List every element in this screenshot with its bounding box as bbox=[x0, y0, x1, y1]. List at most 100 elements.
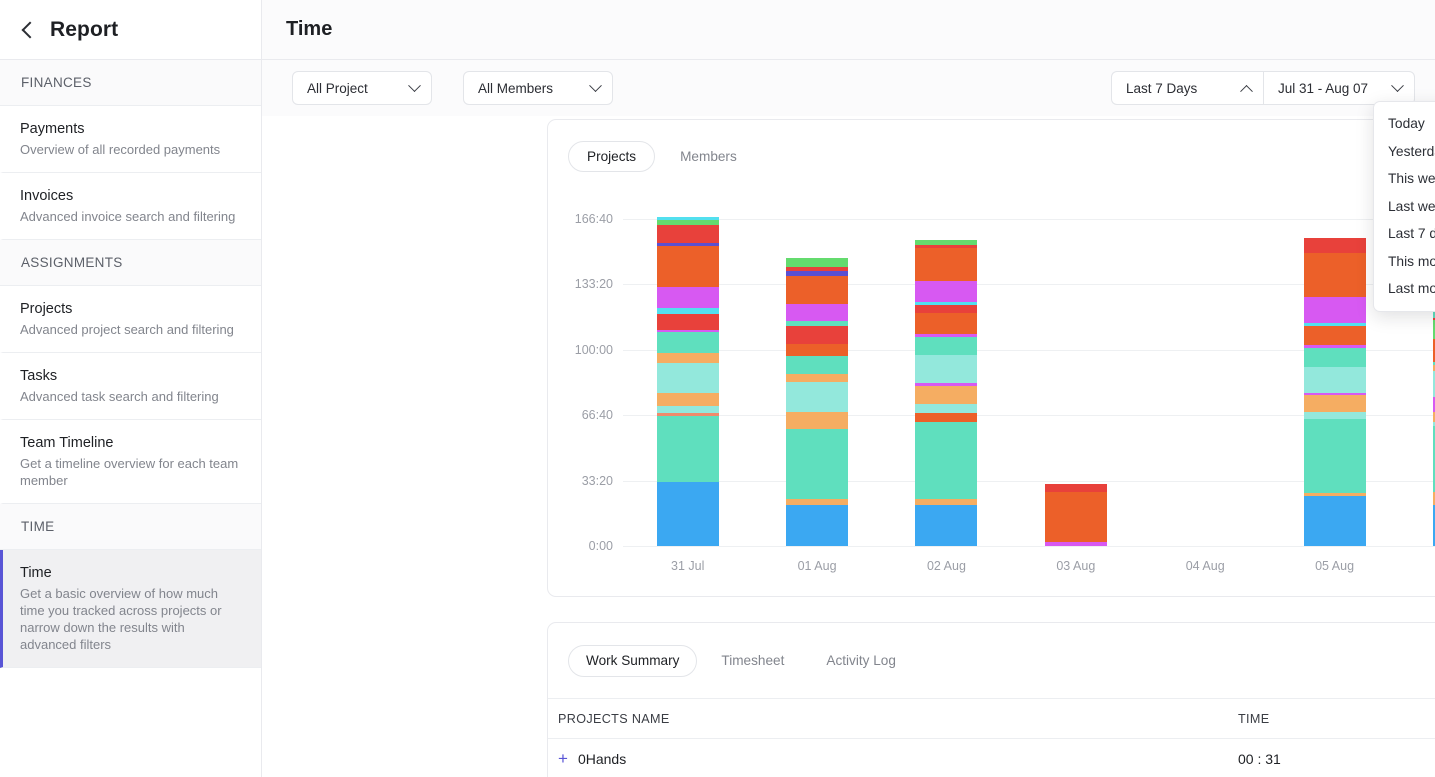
date-range-option[interactable]: Last 30 days bbox=[1374, 303, 1435, 311]
chart-tabs: Projects Members bbox=[548, 120, 1435, 172]
page-title: Time bbox=[286, 18, 333, 40]
chart-bar-segment bbox=[915, 247, 978, 281]
column-header-time: TIME bbox=[1238, 711, 1270, 726]
time-chart-card: Projects Members 0:00 33:20 66:40 100:00 133:… bbox=[547, 119, 1435, 597]
chart-bar[interactable] bbox=[786, 257, 849, 546]
chart-tab-members[interactable]: Members bbox=[661, 141, 756, 172]
date-span-value: Jul 31 - Aug 07 bbox=[1278, 80, 1369, 96]
chart-bar-segment bbox=[656, 286, 719, 309]
chevron-up-icon bbox=[1240, 84, 1253, 98]
chart-bar-segment bbox=[786, 505, 849, 546]
chart-bar-segment bbox=[915, 505, 978, 546]
chevron-left-icon[interactable] bbox=[21, 21, 39, 38]
chart-bar-segment bbox=[1303, 237, 1366, 253]
chart-tab-projects[interactable]: Projects bbox=[568, 141, 656, 172]
date-range-option[interactable]: Last 7 days bbox=[1374, 220, 1435, 248]
chart-bar-segment bbox=[786, 374, 849, 383]
x-axis-tick-label: 03 Aug bbox=[1056, 559, 1096, 573]
chart-bar-segment bbox=[656, 362, 719, 394]
chart-bar-segment bbox=[1044, 492, 1107, 543]
chart-bar[interactable] bbox=[915, 240, 978, 546]
sidebar-item-team-timeline[interactable]: Team Timeline Get a timeline overview for… bbox=[0, 420, 261, 504]
plus-icon[interactable]: + bbox=[558, 749, 568, 768]
filter-bar: All Project All Members Last 7 Days Jul … bbox=[262, 60, 1435, 116]
y-axis-tick-label: 66:40 bbox=[581, 408, 613, 423]
chart-bar[interactable] bbox=[656, 217, 719, 546]
chevron-down-icon bbox=[1391, 78, 1404, 92]
cell-time: 00 : 31 bbox=[1238, 750, 1281, 767]
sidebar: Report FINANCES Payments Overview of all r… bbox=[0, 0, 262, 777]
x-axis-tick-label: 05 Aug bbox=[1315, 559, 1355, 573]
project-name-text: 0Hands bbox=[577, 751, 627, 767]
table-tab-timesheet[interactable]: Timesheet bbox=[703, 645, 802, 677]
chart-bar-segment bbox=[786, 428, 849, 499]
chart-bar-segment bbox=[1303, 496, 1366, 546]
y-axis-tick-label: 100:00 bbox=[574, 342, 613, 357]
date-span-select[interactable]: Jul 31 - Aug 07 bbox=[1263, 71, 1415, 105]
table-tab-activity-log[interactable]: Activity Log bbox=[808, 645, 914, 677]
sidebar-item-description: Advanced project search and filtering bbox=[20, 322, 234, 337]
chart-bar-segment bbox=[786, 382, 849, 412]
sidebar-item-projects[interactable]: Projects Advanced project search and filt… bbox=[0, 286, 261, 353]
chart-plot-area: 0:00 33:20 66:40 100:00 133:20 166:40 31 Jul 01… bbox=[548, 198, 1435, 598]
chart-bar-segment bbox=[656, 245, 719, 287]
date-range-option[interactable]: This week bbox=[1374, 165, 1435, 193]
project-filter-select[interactable]: All Project bbox=[292, 71, 432, 105]
chart-bar[interactable] bbox=[1044, 484, 1107, 546]
x-axis-tick-label: 02 Aug bbox=[926, 559, 966, 573]
chart-gridline bbox=[623, 546, 1435, 547]
sidebar-item-label: Projects bbox=[20, 301, 73, 317]
chart-bar-segment bbox=[1303, 395, 1366, 412]
members-filter-value: All Members bbox=[478, 80, 554, 96]
sidebar-item-time[interactable]: Time Get a basic overview of how much tim… bbox=[0, 550, 261, 668]
date-range-option[interactable]: Last week bbox=[1374, 193, 1435, 221]
sidebar-item-description: Get a timeline overview for each team me… bbox=[20, 456, 239, 488]
chart-bar-segment bbox=[656, 482, 719, 546]
table-toolbar: Work SummaryTimesheetActivity Log Export… bbox=[548, 623, 1435, 699]
x-axis-tick-label: 06 Aug bbox=[1409, 559, 1435, 573]
y-axis-tick-label: 0:00 bbox=[588, 539, 613, 553]
chart-bar-segment bbox=[915, 386, 978, 405]
date-range-option[interactable]: Today bbox=[1374, 110, 1435, 138]
y-axis-tick-label: 166:40 bbox=[574, 212, 613, 226]
sidebar-item-description: Advanced invoice search and filtering bbox=[20, 209, 236, 224]
sidebar-item-description: Overview of all recorded payments bbox=[20, 142, 221, 157]
chart-bar-segment bbox=[786, 303, 849, 321]
y-axis-tick-label: 133:20 bbox=[574, 277, 613, 292]
date-range-dropdown-menu[interactable]: TodayYesterdayThis weekLast weekLast 7 d… bbox=[1373, 101, 1435, 312]
sidebar-title: Report bbox=[50, 17, 119, 41]
sidebar-item-invoices[interactable]: Invoices Advanced invoice search and filt… bbox=[0, 173, 261, 240]
column-header-projects-name: PROJECTS NAME bbox=[558, 711, 670, 726]
chart-bar-segment bbox=[786, 356, 849, 375]
chart-bar-segment bbox=[915, 422, 978, 499]
table-header-row: PROJECTS NAME TIME AMOUNT bbox=[548, 699, 1435, 739]
chart-bar-segment bbox=[915, 355, 978, 384]
date-range-option[interactable]: This month bbox=[1374, 248, 1435, 276]
project-filter-value: All Project bbox=[307, 80, 368, 96]
chart-bar[interactable] bbox=[1303, 237, 1366, 546]
chart-bar-segment bbox=[1303, 252, 1366, 298]
date-range-select[interactable]: Last 7 Days bbox=[1111, 71, 1263, 105]
sidebar-item-payments[interactable]: Payments Overview of all recorded payment… bbox=[0, 106, 261, 173]
chart-bar-segment bbox=[786, 257, 849, 267]
chart-bar-segment bbox=[656, 224, 719, 243]
table-body: +0Hands00 : 310 bbox=[548, 739, 1435, 777]
sidebar-item-description: Get a basic overview of how much time yo… bbox=[20, 586, 222, 652]
chart-bar-segment bbox=[915, 337, 978, 356]
members-filter-select[interactable]: All Members bbox=[463, 71, 613, 105]
sidebar-item-label: Time bbox=[20, 565, 52, 581]
chart-bar-segment bbox=[656, 393, 719, 406]
chart-bar-segment bbox=[786, 325, 849, 344]
work-summary-card: Work SummaryTimesheetActivity Log Export… bbox=[547, 622, 1435, 777]
chart-bar-segment bbox=[656, 332, 719, 353]
sidebar-item-description: Advanced task search and filtering bbox=[20, 389, 219, 404]
date-range-option[interactable]: Yesterday bbox=[1374, 138, 1435, 166]
chart-bar-segment bbox=[656, 405, 719, 413]
sidebar-section-label: FINANCES bbox=[0, 60, 261, 106]
chart-bar-segment bbox=[1303, 419, 1366, 494]
date-range-option[interactable]: Last month bbox=[1374, 275, 1435, 303]
table-tabs: Work Summary Timesheet Activity Log bbox=[568, 644, 914, 677]
table-tab-work-summary[interactable]: Work Summary bbox=[568, 644, 698, 677]
sidebar-item-tasks[interactable]: Tasks Advanced task search and filtering bbox=[0, 353, 261, 420]
table-row[interactable]: +0Hands00 : 310 bbox=[548, 739, 1435, 777]
